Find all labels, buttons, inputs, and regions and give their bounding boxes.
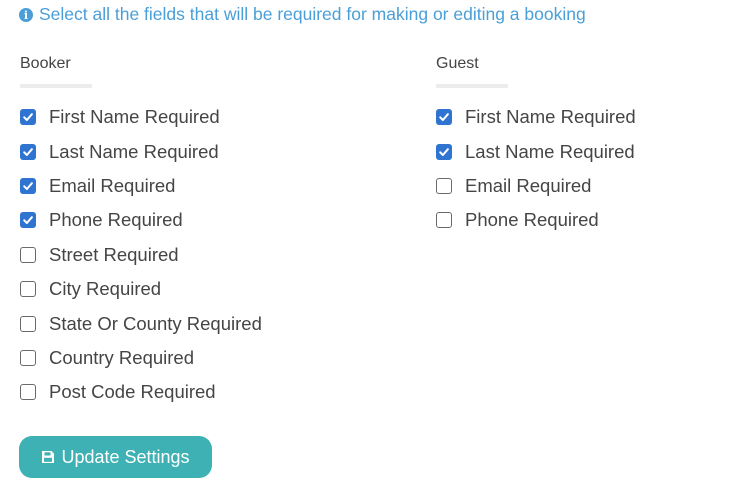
booker-field-first-name[interactable]: First Name Required xyxy=(20,100,262,134)
booker-last-name-label: Last Name Required xyxy=(49,140,219,162)
booker-phone-checkbox[interactable] xyxy=(20,212,36,229)
guest-column: Guest First Name Required Last Name Requ… xyxy=(436,53,636,238)
booker-title: Booker xyxy=(20,55,71,72)
booker-field-phone[interactable]: Phone Required xyxy=(20,203,262,237)
booker-street-checkbox[interactable] xyxy=(20,246,36,263)
booker-field-post-code[interactable]: Post Code Required xyxy=(20,375,262,409)
guest-last-name-label: Last Name Required xyxy=(465,140,635,162)
booker-state-checkbox[interactable] xyxy=(20,315,36,332)
booker-post-code-checkbox[interactable] xyxy=(20,384,36,401)
info-message-text: Select all the fields that will be requi… xyxy=(39,4,586,24)
update-settings-label: Update Settings xyxy=(61,446,190,467)
booker-title-underline xyxy=(20,84,92,88)
booker-first-name-checkbox[interactable] xyxy=(20,109,36,126)
booker-country-label: Country Required xyxy=(49,346,194,368)
booker-email-label: Email Required xyxy=(49,174,176,196)
guest-email-checkbox[interactable] xyxy=(436,177,452,194)
guest-first-name-label: First Name Required xyxy=(465,106,636,128)
booker-field-email[interactable]: Email Required xyxy=(20,169,262,203)
guest-field-first-name[interactable]: First Name Required xyxy=(436,100,636,134)
booker-field-street[interactable]: Street Required xyxy=(20,238,262,272)
guest-first-name-checkbox[interactable] xyxy=(436,109,452,126)
guest-field-list: First Name Required Last Name Required E… xyxy=(436,100,636,238)
booker-field-city[interactable]: City Required xyxy=(20,272,262,306)
save-icon xyxy=(42,451,55,463)
update-settings-button[interactable]: Update Settings xyxy=(19,436,212,478)
booker-field-list: First Name Required Last Name Required E… xyxy=(20,100,262,410)
info-message: i Select all the fields that will be req… xyxy=(19,4,586,25)
booker-field-last-name[interactable]: Last Name Required xyxy=(20,134,262,168)
guest-field-email[interactable]: Email Required xyxy=(436,169,636,203)
booker-first-name-label: First Name Required xyxy=(49,106,220,128)
booker-field-country[interactable]: Country Required xyxy=(20,341,262,375)
booker-city-label: City Required xyxy=(49,278,162,300)
info-icon: i xyxy=(19,8,33,22)
booker-state-label: State Or County Required xyxy=(49,312,262,334)
guest-field-last-name[interactable]: Last Name Required xyxy=(436,134,636,168)
guest-title-underline xyxy=(436,84,508,88)
booker-email-checkbox[interactable] xyxy=(20,177,36,194)
guest-last-name-checkbox[interactable] xyxy=(436,143,452,160)
booker-country-checkbox[interactable] xyxy=(20,349,36,366)
booker-post-code-label: Post Code Required xyxy=(49,381,216,403)
booker-column: Booker First Name Required Last Name Req… xyxy=(20,53,262,410)
booker-city-checkbox[interactable] xyxy=(20,281,36,298)
guest-phone-checkbox[interactable] xyxy=(436,212,452,229)
guest-field-phone[interactable]: Phone Required xyxy=(436,203,636,237)
guest-phone-label: Phone Required xyxy=(465,209,599,231)
booker-street-label: Street Required xyxy=(49,243,179,265)
booker-field-state[interactable]: State Or County Required xyxy=(20,306,262,340)
guest-title: Guest xyxy=(436,55,479,72)
booker-phone-label: Phone Required xyxy=(49,209,183,231)
booker-last-name-checkbox[interactable] xyxy=(20,143,36,160)
guest-email-label: Email Required xyxy=(465,174,592,196)
